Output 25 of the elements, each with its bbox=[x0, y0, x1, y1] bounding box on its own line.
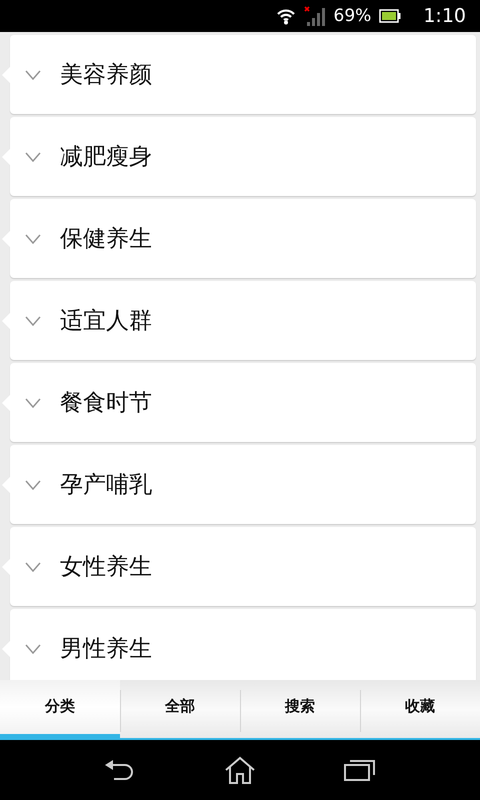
chevron-icon bbox=[24, 234, 42, 244]
category-item[interactable]: 适宜人群 bbox=[10, 281, 476, 360]
category-item[interactable]: 孕产哺乳 bbox=[10, 445, 476, 524]
battery-percent: 69% bbox=[334, 6, 372, 26]
category-item[interactable]: 餐食时节 bbox=[10, 363, 476, 442]
chevron-icon bbox=[24, 152, 42, 162]
tab[interactable]: 分类 bbox=[0, 680, 120, 740]
category-item[interactable]: 美容养颜 bbox=[10, 35, 476, 114]
signal-icon bbox=[304, 6, 326, 26]
chevron-icon bbox=[24, 562, 42, 572]
battery-icon bbox=[379, 9, 402, 23]
chevron-icon bbox=[24, 644, 42, 654]
category-item[interactable]: 减肥瘦身 bbox=[10, 117, 476, 196]
category-item[interactable]: 女性养生 bbox=[10, 527, 476, 606]
chevron-icon bbox=[24, 480, 42, 490]
category-item[interactable]: 男性养生 bbox=[10, 609, 476, 680]
clock: 1:10 bbox=[423, 5, 466, 27]
chevron-icon bbox=[24, 398, 42, 408]
recent-apps-icon[interactable] bbox=[344, 759, 376, 781]
back-icon[interactable] bbox=[104, 759, 136, 781]
category-item[interactable]: 保健养生 bbox=[10, 199, 476, 278]
wifi-icon bbox=[276, 7, 296, 25]
chevron-icon bbox=[24, 316, 42, 326]
chevron-icon bbox=[24, 70, 42, 80]
home-icon[interactable] bbox=[224, 756, 256, 784]
